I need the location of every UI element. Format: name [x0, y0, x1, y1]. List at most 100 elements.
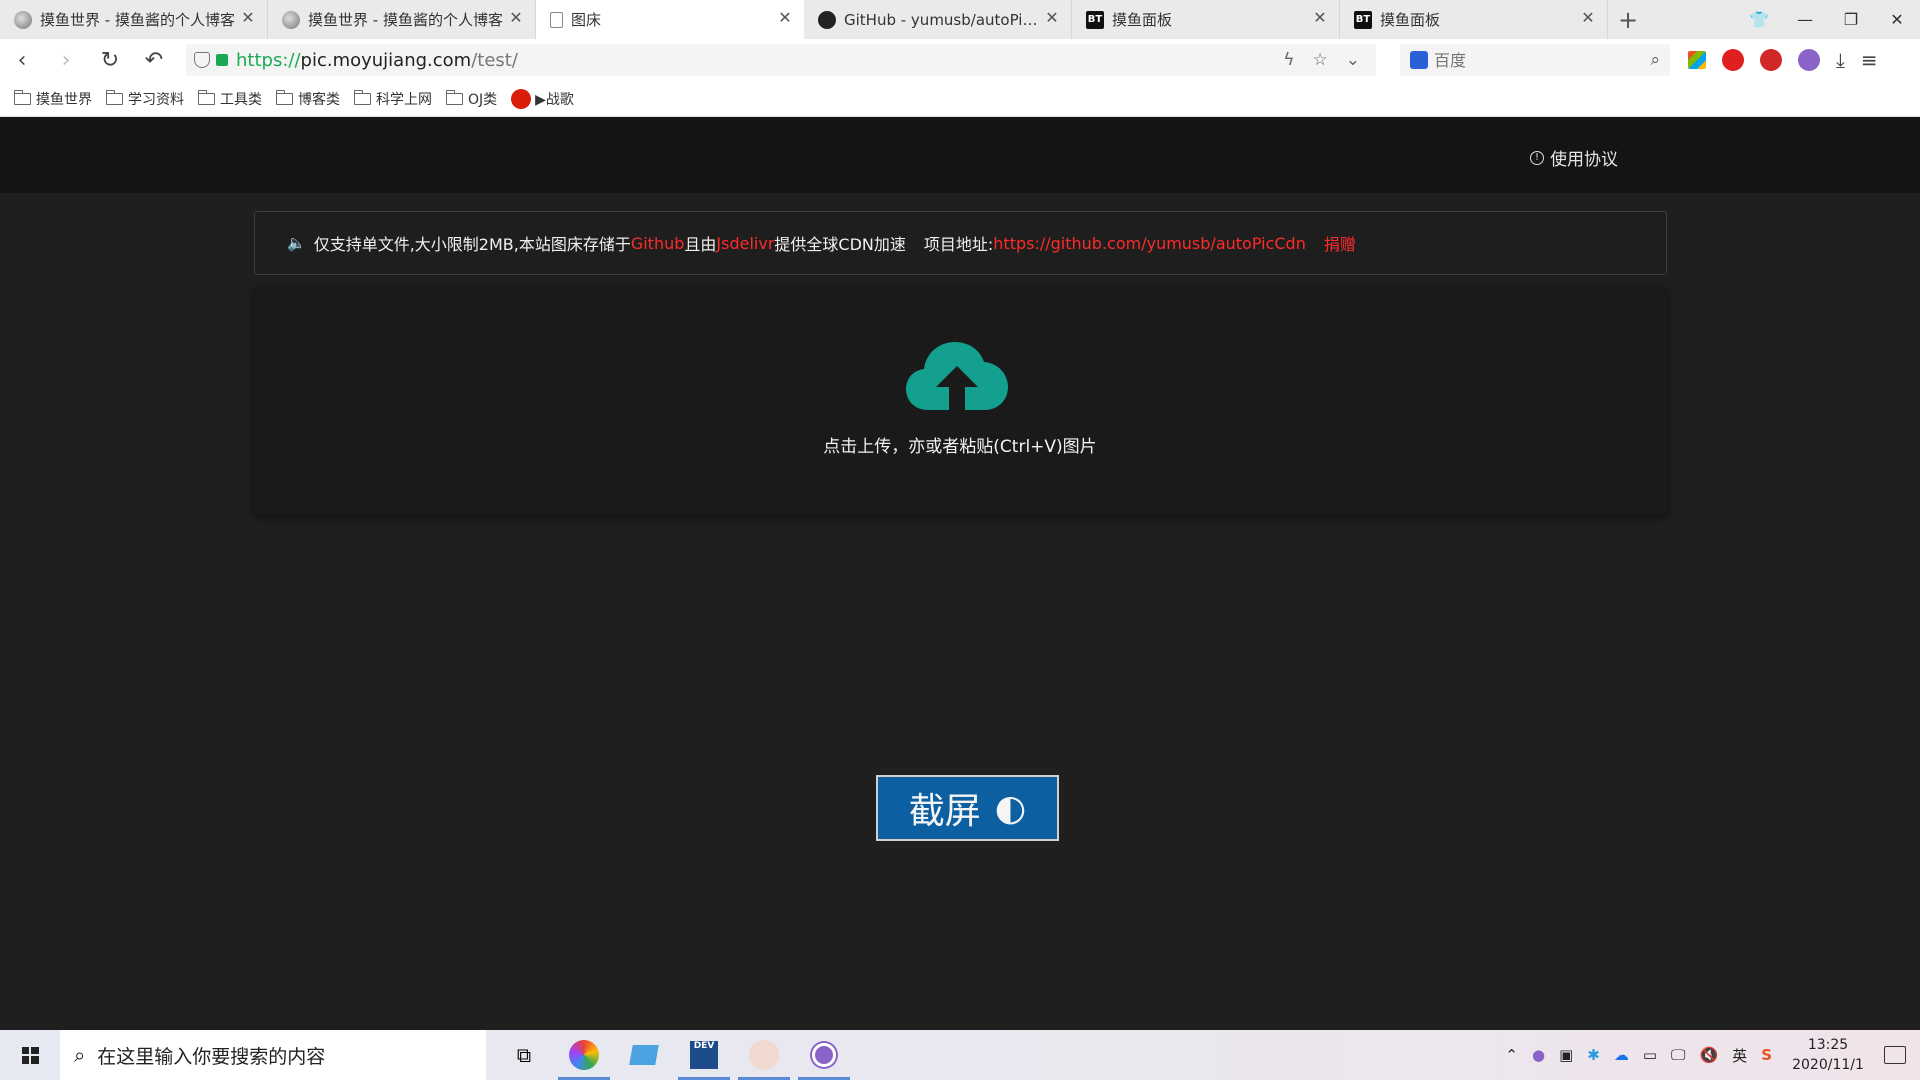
tab-image-host[interactable]: 图床 ✕ — [536, 0, 804, 39]
tray-app-icon[interactable]: ▣ — [1559, 1046, 1573, 1064]
start-button[interactable] — [0, 1030, 60, 1080]
onedrive-icon[interactable]: ☁ — [1614, 1046, 1629, 1064]
battery-icon[interactable]: ▭ — [1643, 1046, 1657, 1064]
close-window-button[interactable]: ✕ — [1874, 0, 1920, 39]
bookmarks-bar: 摸鱼世界 学习资料 工具类 博客类 科学上网 OJ类 ▶战歌 — [0, 81, 1920, 117]
dev-cpp-taskbar-icon[interactable]: DEV — [674, 1030, 734, 1080]
restore-button[interactable]: ❐ — [1828, 0, 1874, 39]
close-tab-icon[interactable]: ✕ — [776, 9, 794, 27]
bookmark-folder[interactable]: OJ类 — [445, 89, 497, 109]
bookmark-folder[interactable]: 博客类 — [275, 89, 340, 109]
purple-app-icon — [812, 1043, 836, 1067]
address-bar[interactable]: https:// pic.moyujiang.com /test/ ϟ ☆ ⌄ — [186, 44, 1376, 76]
github-link[interactable]: Github — [631, 234, 685, 253]
project-label: 项目地址: — [923, 235, 994, 254]
folder-icon — [105, 89, 123, 105]
shield-icon — [194, 52, 210, 68]
project-url-link[interactable]: https://github.com/yumusb/autoPicCdn — [993, 234, 1306, 253]
fish-avatar-icon — [14, 10, 32, 29]
skin-icon[interactable]: 👕 — [1736, 0, 1782, 39]
star-icon[interactable]: ☆ — [1313, 50, 1328, 70]
search-icon: ⌕ — [74, 1043, 86, 1067]
new-tab-button[interactable]: + — [1608, 0, 1648, 39]
browser-taskbar-icon[interactable] — [554, 1030, 614, 1080]
bookmark-folder[interactable]: 科学上网 — [353, 89, 432, 109]
bookmark-music[interactable]: ▶战歌 — [511, 88, 574, 109]
ime-indicator[interactable]: 英 — [1732, 1045, 1747, 1066]
sogou-icon[interactable]: S — [1761, 1046, 1772, 1064]
apps-icon[interactable] — [1688, 51, 1706, 69]
tab-moyu-blog-2[interactable]: 摸鱼世界 - 摸鱼酱的个人博客 ✕ — [268, 0, 536, 39]
tray-app-icon[interactable]: ● — [1532, 1046, 1545, 1064]
download-icon[interactable]: ⤓ — [1836, 48, 1845, 72]
notice-text: 且由 — [684, 235, 717, 254]
url-scheme: https:// — [236, 49, 301, 71]
navigation-bar: ‹ › ↻ ↶ https:// pic.moyujiang.com /test… — [0, 39, 1920, 81]
speaker-icon: 🔈 — [287, 234, 306, 252]
close-tab-icon[interactable]: ✕ — [1043, 9, 1061, 27]
notification-icon[interactable] — [1884, 1046, 1906, 1064]
screenshot-label: 截屏 — [908, 791, 981, 832]
notice-text: 提供全球CDN加速 — [774, 235, 906, 254]
bookmark-folder[interactable]: 工具类 — [197, 89, 262, 109]
purple-extension-icon[interactable] — [1798, 49, 1820, 71]
terms-link[interactable]: ! 使用协议 — [1530, 145, 1618, 170]
screenshot-button[interactable]: 截屏 ◐ — [876, 775, 1059, 841]
bookmark-folder[interactable]: 学习资料 — [105, 89, 184, 109]
close-tab-icon[interactable]: ✕ — [1579, 9, 1597, 27]
tray-app-icon[interactable]: ✱ — [1587, 1046, 1600, 1064]
tab-panel-2[interactable]: BT 摸鱼面板 ✕ — [1340, 0, 1608, 39]
lock-icon — [216, 54, 228, 66]
search-box[interactable]: ⌕ — [1400, 44, 1670, 76]
close-tab-icon[interactable]: ✕ — [507, 9, 525, 27]
reload-button[interactable]: ↻ — [88, 39, 132, 81]
pc-manager-taskbar-icon[interactable] — [614, 1030, 674, 1080]
site-header: ! 使用协议 — [0, 117, 1920, 193]
clock-date: 2020/11/1 — [1792, 1057, 1864, 1073]
document-icon — [550, 11, 563, 28]
folder-icon — [353, 89, 371, 105]
window-controls: 👕 — ❐ ✕ — [1736, 0, 1920, 39]
back-button[interactable]: ‹ — [0, 39, 44, 81]
tab-title: 摸鱼面板 — [1380, 11, 1441, 29]
bt-panel-icon: BT — [1086, 10, 1104, 29]
donate-link[interactable]: 捐赠 — [1324, 231, 1356, 255]
menu-icon[interactable]: ≡ — [1861, 48, 1878, 72]
chevron-up-icon[interactable]: ⌃ — [1505, 1046, 1518, 1064]
chevron-down-icon[interactable]: ⌄ — [1346, 50, 1360, 70]
taskbar-search-placeholder: 在这里输入你要搜索的内容 — [97, 1045, 326, 1068]
bookmark-label: 摸鱼世界 — [36, 91, 92, 108]
github-icon — [818, 10, 836, 29]
refresh-extension-icon[interactable] — [1760, 49, 1782, 71]
cloud-upload-icon[interactable] — [906, 340, 1008, 412]
tab-moyu-blog-1[interactable]: 摸鱼世界 - 摸鱼酱的个人博客 ✕ — [0, 0, 268, 39]
tab-github[interactable]: GitHub - yumusb/autoPicCdn ✕ — [804, 0, 1072, 39]
bookmark-label: 科学上网 — [376, 91, 432, 108]
tab-title: 摸鱼世界 - 摸鱼酱的个人博客 — [40, 11, 235, 29]
minimize-button[interactable]: — — [1782, 0, 1828, 39]
info-icon: ! — [1530, 150, 1544, 165]
forward-button[interactable]: › — [44, 39, 88, 81]
tab-panel-1[interactable]: BT 摸鱼面板 ✕ — [1072, 0, 1340, 39]
close-tab-icon[interactable]: ✕ — [239, 9, 257, 27]
lightning-icon[interactable]: ϟ — [1283, 50, 1294, 70]
bookmark-folder[interactable]: 摸鱼世界 — [13, 89, 92, 109]
search-input[interactable] — [1434, 50, 1651, 70]
taskbar-search[interactable]: ⌕ 在这里输入你要搜索的内容 — [60, 1030, 486, 1080]
notice-text: 仅支持单文件,大小限制2MB,本站图床存储于 — [313, 235, 631, 254]
bookmark-label: ▶战歌 — [535, 91, 574, 108]
search-icon[interactable]: ⌕ — [1650, 50, 1660, 70]
system-tray: ⌃ ● ▣ ✱ ☁ ▭ 🖵 🔇 英 S 13:25 2020/11/1 — [1505, 1035, 1920, 1075]
jsdelivr-link[interactable]: Jsdelivr — [716, 234, 774, 253]
laptop-icon — [629, 1045, 659, 1065]
anime-app-taskbar-icon[interactable] — [734, 1030, 794, 1080]
adblock-icon[interactable] — [1722, 49, 1744, 71]
undo-close-button[interactable]: ↶ — [132, 39, 176, 81]
clock[interactable]: 13:25 2020/11/1 — [1786, 1035, 1870, 1075]
bt-panel-icon: BT — [1354, 10, 1372, 29]
task-view-icon[interactable]: ⧉ — [494, 1030, 554, 1080]
purple-app-taskbar-icon[interactable] — [794, 1030, 854, 1080]
volume-muted-icon[interactable]: 🔇 — [1699, 1046, 1718, 1064]
close-tab-icon[interactable]: ✕ — [1311, 9, 1329, 27]
network-icon[interactable]: 🖵 — [1671, 1046, 1685, 1064]
